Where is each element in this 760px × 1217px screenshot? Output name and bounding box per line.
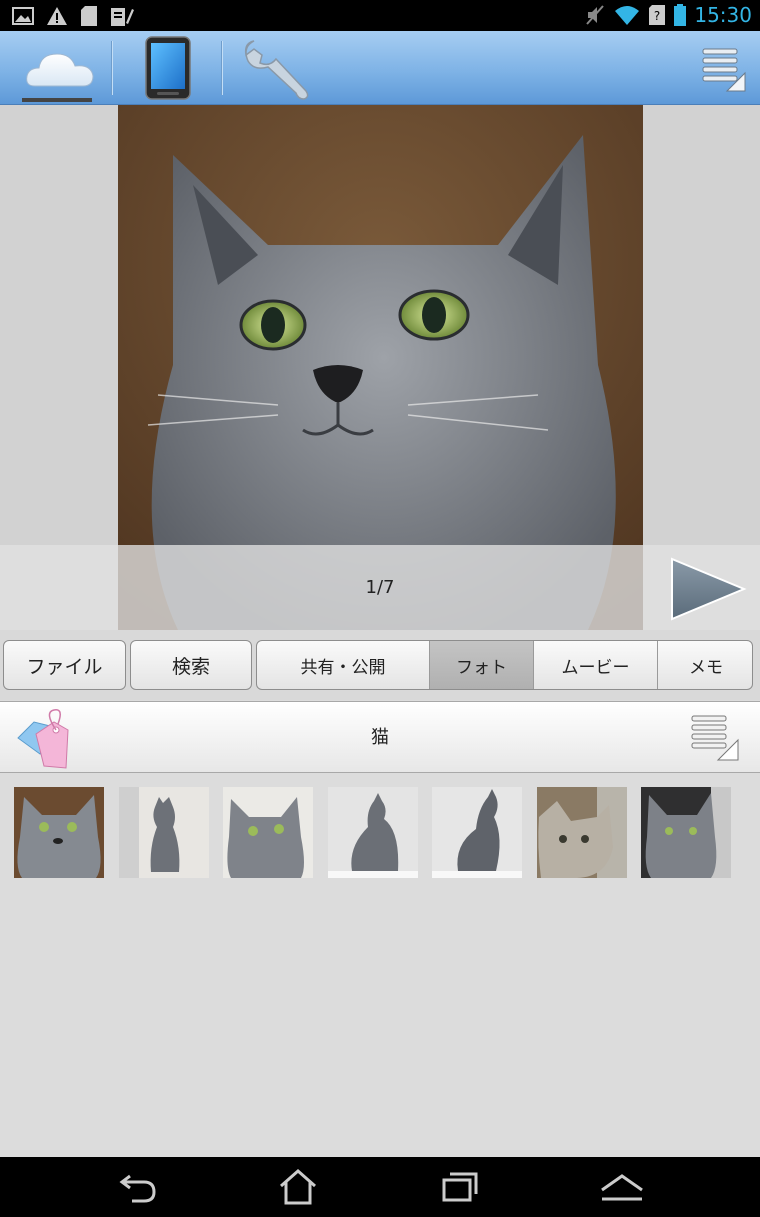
recent-apps-icon bbox=[442, 1172, 478, 1202]
image-notification-icon bbox=[12, 7, 34, 25]
play-button[interactable] bbox=[668, 557, 748, 621]
tab-movie[interactable]: ムービー bbox=[533, 641, 657, 689]
photo-viewer: 1/7 bbox=[0, 105, 760, 630]
wifi-icon bbox=[615, 6, 640, 25]
menu-up-icon bbox=[601, 1174, 643, 1201]
thumbnail[interactable] bbox=[537, 787, 627, 878]
device-tab[interactable] bbox=[120, 31, 215, 105]
tag-bar: 猫 bbox=[0, 701, 760, 773]
thumbnail[interactable] bbox=[641, 787, 731, 878]
menu-up-button[interactable] bbox=[582, 1157, 662, 1217]
cloud-tab[interactable] bbox=[10, 31, 110, 105]
toolbar-divider bbox=[221, 41, 222, 95]
media-segment-group: 共有・公開 フォト ムービー メモ bbox=[256, 640, 753, 690]
menu-icon bbox=[702, 48, 746, 92]
thumbnail[interactable] bbox=[223, 787, 313, 878]
mute-icon bbox=[586, 5, 605, 25]
toolbar-menu-button[interactable] bbox=[694, 31, 754, 105]
tab-share[interactable]: 共有・公開 bbox=[257, 641, 429, 689]
tab-file[interactable]: ファイル bbox=[3, 640, 126, 690]
clipboard-edit-icon bbox=[111, 8, 134, 26]
page-counter: 1/7 bbox=[365, 577, 395, 598]
recent-apps-button[interactable] bbox=[420, 1157, 500, 1217]
category-tabs: ファイル 検索 共有・公開 フォト ムービー メモ bbox=[0, 630, 760, 700]
tab-search[interactable]: 検索 bbox=[130, 640, 252, 690]
wrench-icon bbox=[244, 40, 309, 100]
thumbnail[interactable] bbox=[119, 787, 209, 878]
svg-text:?: ? bbox=[654, 9, 660, 23]
settings-tab[interactable] bbox=[232, 31, 322, 105]
clock: 15:30 bbox=[694, 3, 752, 27]
status-bar: ? 15:30 bbox=[0, 0, 760, 31]
thumbnail[interactable] bbox=[14, 787, 104, 878]
toolbar-divider bbox=[111, 41, 112, 95]
cloud-icon bbox=[26, 53, 94, 87]
selected-tab-indicator bbox=[22, 98, 92, 102]
play-icon bbox=[671, 557, 747, 621]
home-icon bbox=[280, 1168, 316, 1205]
thumbnail[interactable] bbox=[432, 787, 522, 878]
top-toolbar bbox=[0, 31, 760, 105]
tab-memo[interactable]: メモ bbox=[657, 641, 752, 689]
caption-bar: 1/7 bbox=[0, 545, 760, 630]
back-button[interactable] bbox=[98, 1157, 178, 1217]
system-nav-bar bbox=[0, 1157, 760, 1217]
tag-menu-button[interactable] bbox=[688, 712, 742, 766]
thumbnail[interactable] bbox=[328, 787, 418, 878]
tab-photo[interactable]: フォト bbox=[429, 641, 533, 689]
tablet-icon bbox=[144, 36, 191, 100]
menu-icon bbox=[691, 715, 739, 761]
sd-card-icon bbox=[81, 6, 97, 26]
tag-title: 猫 bbox=[371, 727, 389, 748]
home-button[interactable] bbox=[258, 1157, 338, 1217]
warning-icon bbox=[47, 7, 67, 25]
battery-icon bbox=[674, 4, 687, 26]
back-icon bbox=[119, 1174, 156, 1203]
no-sim-icon: ? bbox=[649, 5, 666, 25]
